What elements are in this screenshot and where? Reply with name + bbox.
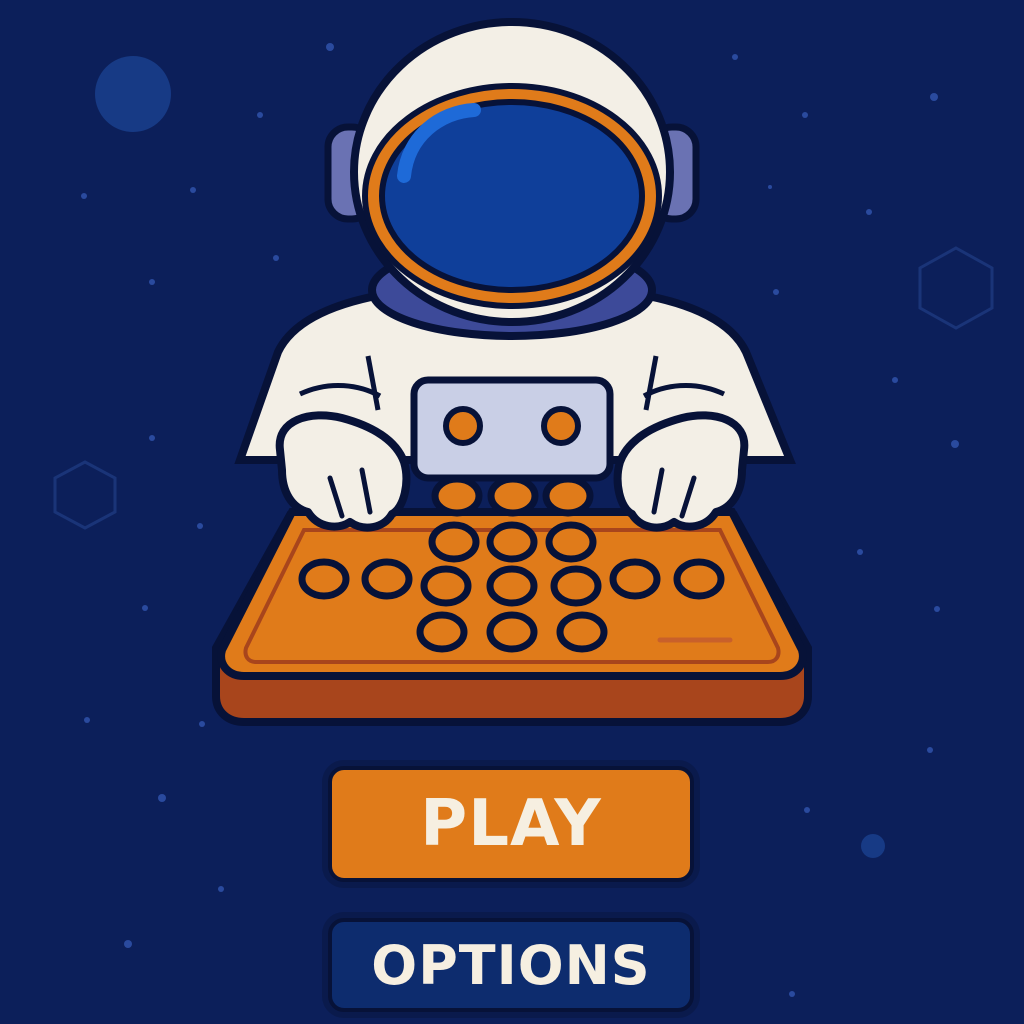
planet-decoration — [95, 56, 171, 132]
button-pad-icon — [212, 475, 812, 726]
play-button[interactable]: PLAY — [328, 766, 694, 882]
options-button[interactable]: OPTIONS — [328, 918, 694, 1012]
astronaut-icon — [234, 18, 796, 482]
planet-decoration — [861, 834, 885, 858]
